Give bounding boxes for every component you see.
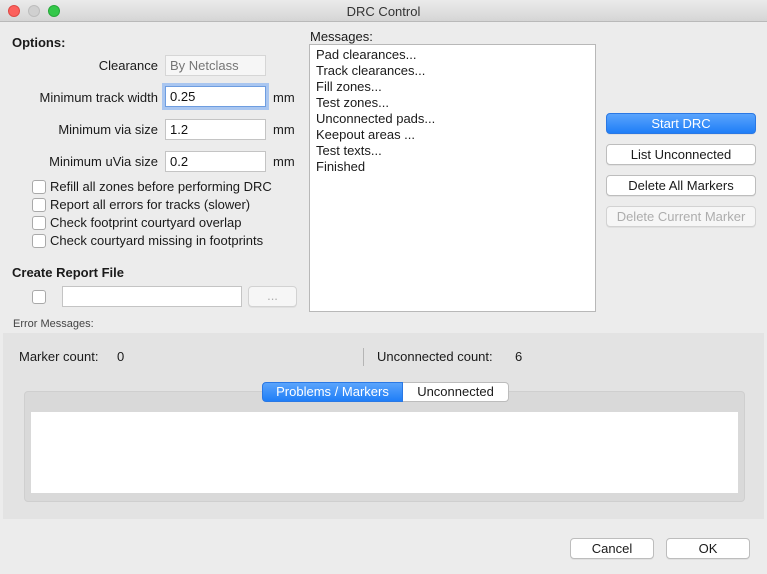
unconnected-count-label: Unconnected count:	[377, 349, 493, 364]
ok-button[interactable]: OK	[666, 538, 750, 559]
min-via-size-input[interactable]	[165, 119, 266, 140]
min-uvia-size-input[interactable]	[165, 151, 266, 172]
report-all-track-errors-checkbox[interactable]	[32, 198, 46, 212]
problems-list[interactable]	[31, 412, 738, 493]
message-line: Test texts...	[316, 143, 382, 158]
options-heading: Options:	[12, 35, 66, 50]
courtyard-overlap-checkbox[interactable]	[32, 216, 46, 230]
message-line: Fill zones...	[316, 79, 382, 94]
title-bar: DRC Control	[0, 0, 767, 22]
messages-label: Messages:	[310, 29, 373, 44]
report-file-path-input[interactable]	[62, 286, 242, 307]
marker-count-value: 0	[117, 349, 125, 364]
clearance-field	[165, 55, 266, 76]
start-drc-button[interactable]: Start DRC	[606, 113, 756, 134]
refill-zones-checkbox[interactable]	[32, 180, 46, 194]
message-line: Pad clearances...	[316, 47, 417, 62]
count-divider	[363, 348, 364, 366]
tab-unconnected[interactable]: Unconnected	[403, 382, 509, 402]
courtyard-missing-checkbox[interactable]	[32, 234, 46, 248]
delete-all-markers-button[interactable]: Delete All Markers	[606, 175, 756, 196]
messages-box[interactable]: Pad clearances... Track clearances... Fi…	[309, 44, 596, 312]
browse-report-button[interactable]: ...	[248, 286, 297, 307]
refill-zones-label: Refill all zones before performing DRC	[50, 179, 272, 194]
min-track-width-label: Minimum track width	[39, 90, 158, 105]
tab-problems-markers[interactable]: Problems / Markers	[262, 382, 403, 402]
clearance-label: Clearance	[98, 58, 158, 73]
min-uvia-size-unit: mm	[273, 154, 295, 169]
message-line: Keepout areas ...	[316, 127, 416, 142]
error-messages-label: Error Messages:	[13, 318, 94, 330]
courtyard-overlap-label: Check footprint courtyard overlap	[50, 215, 242, 230]
report-file-heading: Create Report File	[12, 265, 124, 280]
min-via-size-label: Minimum via size	[58, 122, 158, 137]
min-track-width-input[interactable]	[165, 86, 266, 107]
message-line: Track clearances...	[316, 63, 426, 78]
min-uvia-size-label: Minimum uVia size	[49, 154, 158, 169]
window-title: DRC Control	[346, 4, 421, 19]
min-track-width-unit: mm	[273, 90, 295, 105]
create-report-checkbox[interactable]	[32, 290, 46, 304]
report-all-track-errors-label: Report all errors for tracks (slower)	[50, 197, 251, 212]
list-unconnected-button[interactable]: List Unconnected	[606, 144, 756, 165]
courtyard-missing-label: Check courtyard missing in footprints	[50, 233, 264, 248]
marker-count-label: Marker count:	[19, 349, 99, 364]
unconnected-count-value: 6	[515, 349, 523, 364]
message-line: Finished	[316, 159, 366, 174]
cancel-button[interactable]: Cancel	[570, 538, 654, 559]
message-line: Unconnected pads...	[316, 111, 436, 126]
delete-current-marker-button[interactable]: Delete Current Marker	[606, 206, 756, 227]
message-line: Test zones...	[316, 95, 389, 110]
min-via-size-unit: mm	[273, 122, 295, 137]
